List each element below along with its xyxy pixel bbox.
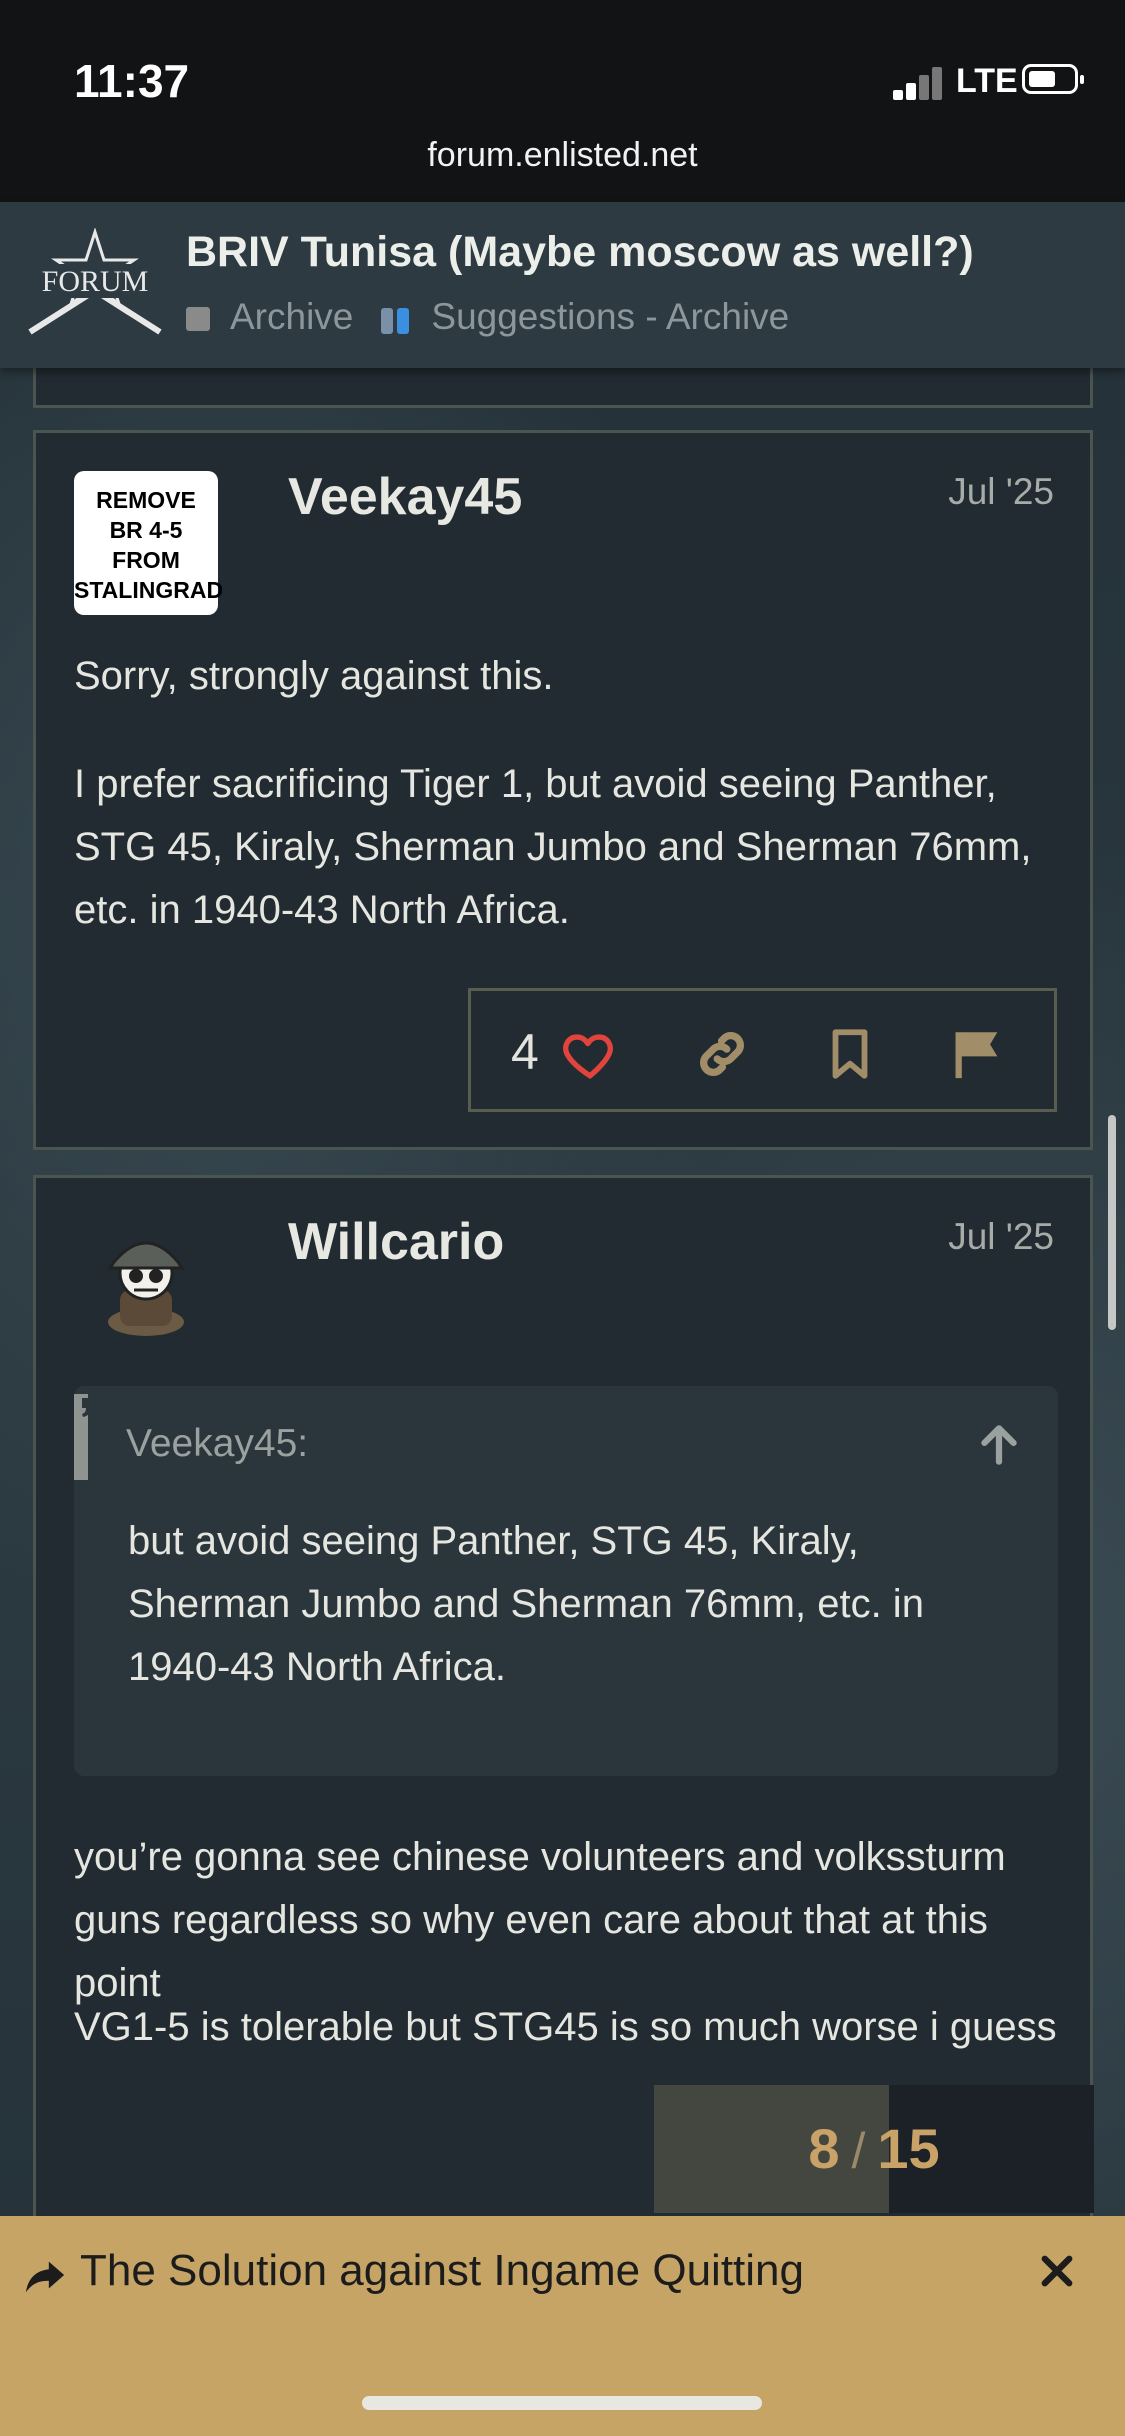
avatar-line: BR 4-5 (109, 517, 183, 543)
category-breadcrumb: Archive Suggestions - Archive (186, 296, 789, 340)
quote-icon (82, 1398, 104, 1417)
forum-logo[interactable]: FORUM (26, 228, 164, 336)
banner-message[interactable]: The Solution against Ingame Quitting (80, 2246, 804, 2296)
avatar-line: REMOVE (96, 487, 196, 513)
home-indicator[interactable] (362, 2396, 762, 2410)
post-paragraph: you’re gonna see chinese volunteers and … (74, 1835, 1006, 2005)
signal-icon (893, 66, 943, 100)
progress-separator: / (851, 2123, 866, 2179)
logo-text: FORUM (42, 265, 149, 298)
quote-author[interactable]: Veekay45: (126, 1422, 308, 1466)
avatar[interactable]: REMOVE BR 4-5 FROM STALINGRAD (74, 471, 224, 615)
post-paragraph: I prefer sacrificing Tiger 1, but avoid … (74, 762, 1032, 932)
battery-icon (1022, 64, 1084, 94)
post-veekay45: REMOVE BR 4-5 FROM STALINGRAD Veekay45 J… (33, 430, 1093, 1150)
bookmark-icon[interactable] (821, 1025, 879, 1083)
quote-text: but avoid seeing Panther, STG 45, Kiraly… (128, 1519, 924, 1689)
clock: 11:37 (74, 55, 190, 107)
url-bar[interactable]: forum.enlisted.net (0, 136, 1125, 175)
suggestions-category-swatch (381, 298, 413, 340)
archive-category-swatch (186, 307, 210, 332)
post-paragraph: VG1-5 is tolerable but STG45 is so much … (74, 2005, 1057, 2049)
category-archive-link[interactable]: Archive (230, 296, 353, 337)
scrollbar[interactable] (1108, 1115, 1116, 1330)
topic-title[interactable]: BRIV Tunisa (Maybe moscow as well?) (186, 228, 974, 277)
quote-block: Veekay45: but avoid seeing Panther, STG … (74, 1386, 1058, 1776)
avatar[interactable] (86, 1218, 206, 1338)
avatar-line: FROM (112, 547, 180, 573)
flag-icon[interactable] (949, 1025, 1007, 1083)
category-suggestions-link[interactable]: Suggestions - Archive (431, 296, 789, 337)
post-author[interactable]: Veekay45 (288, 467, 522, 527)
arrow-up-icon[interactable] (974, 1420, 1024, 1470)
like-count[interactable]: 4 (511, 1023, 539, 1081)
progress-text: 8/15 (654, 2085, 1094, 2215)
post-date[interactable]: Jul '25 (948, 1216, 1054, 1258)
status-bar: 11:37 LTE forum.enlisted.net (0, 0, 1125, 202)
post-actions: 4 (468, 988, 1057, 1112)
topic-header: FORUM BRIV Tunisa (Maybe moscow as well?… (0, 202, 1125, 368)
heart-icon[interactable] (561, 1025, 619, 1083)
avatar-line: STALINGRAD (74, 577, 224, 603)
share-arrow-icon (25, 2261, 65, 2293)
topic-progress[interactable]: 8/15 (654, 2085, 1094, 2213)
post-author[interactable]: Willcario (288, 1212, 504, 1272)
close-icon[interactable] (1036, 2250, 1078, 2292)
network-type: LTE (956, 62, 1018, 100)
post-date[interactable]: Jul '25 (948, 471, 1054, 513)
link-icon[interactable] (693, 1025, 751, 1083)
progress-current: 8 (808, 2117, 840, 2180)
post-paragraph: Sorry, strongly against this. (74, 654, 554, 698)
progress-total: 15 (877, 2117, 940, 2180)
